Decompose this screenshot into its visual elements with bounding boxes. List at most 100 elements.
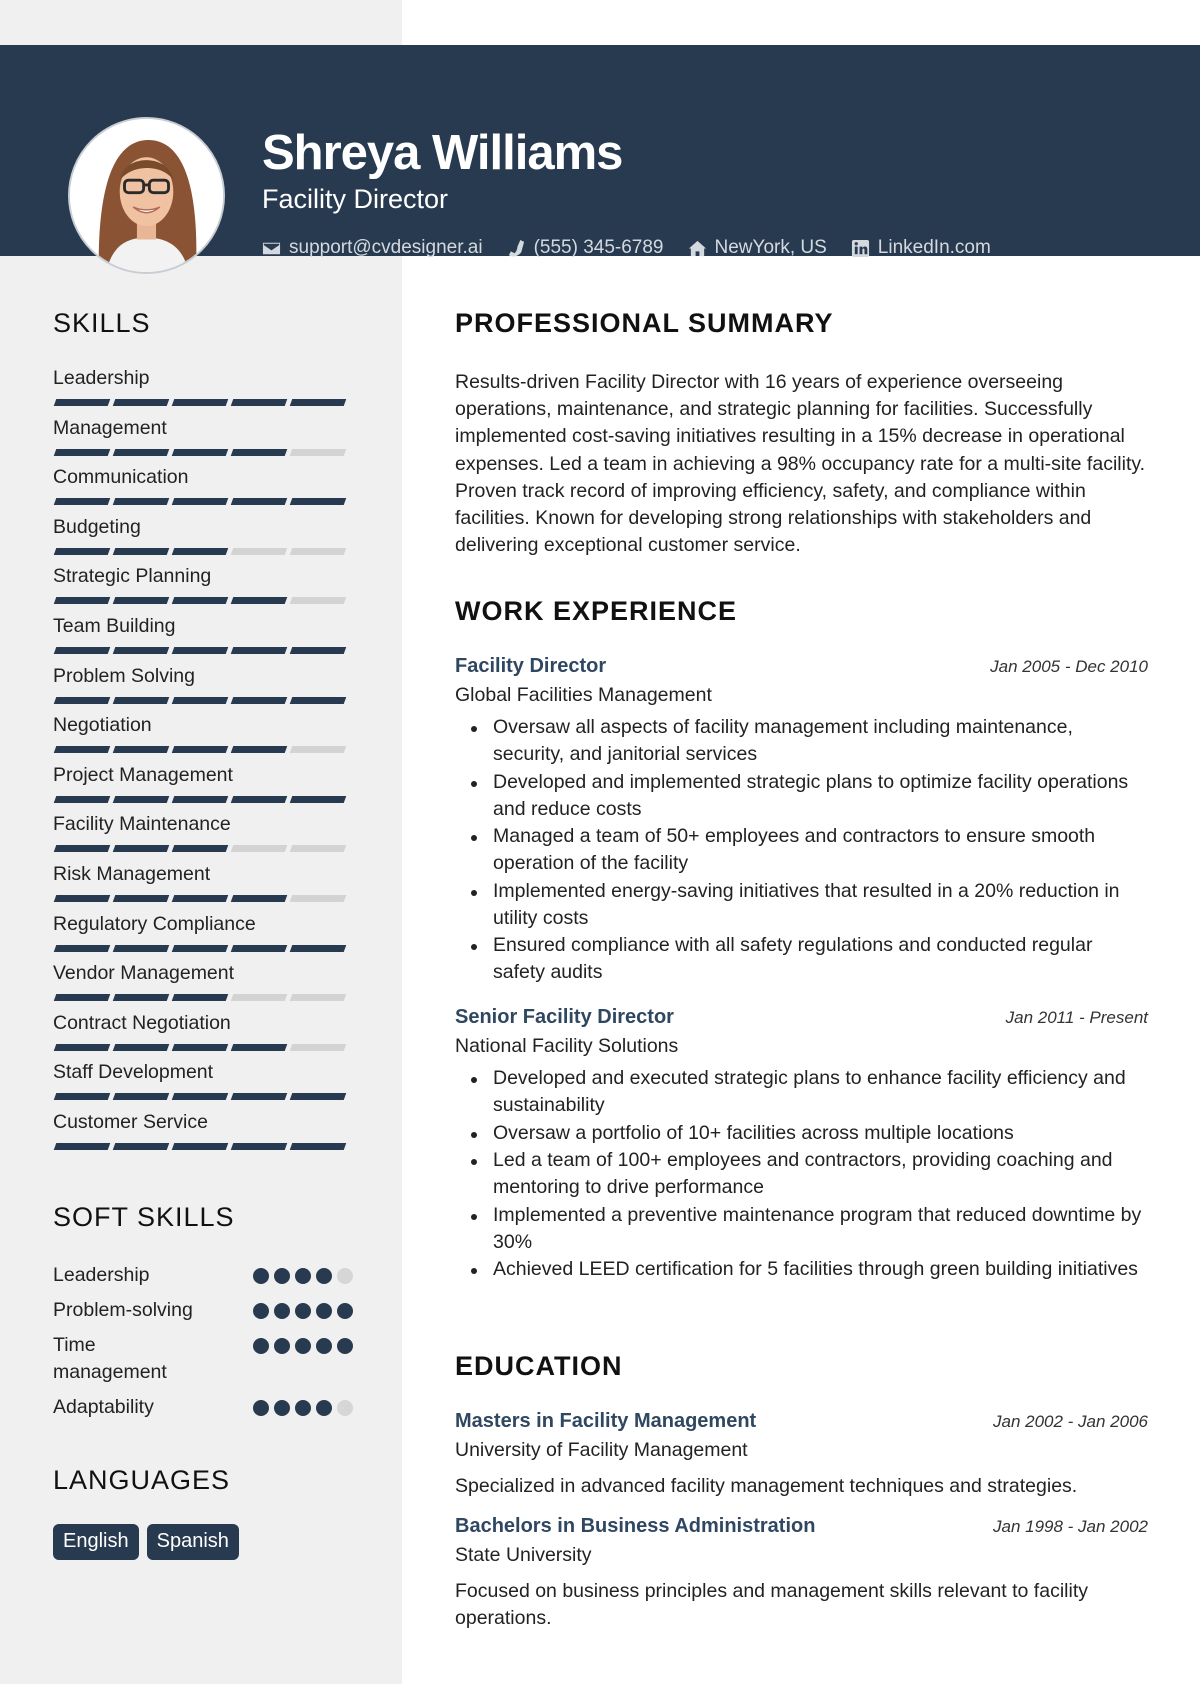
skill-level-bar — [53, 1142, 353, 1150]
soft-skill-rating — [253, 1332, 353, 1354]
soft-skill-rating — [253, 1297, 353, 1319]
skill-segment-filled — [289, 399, 347, 406]
school-name: University of Facility Management — [455, 1439, 748, 1461]
job-role: Facility Director — [455, 655, 607, 677]
skill-item: Strategic Planning — [53, 564, 353, 614]
skill-segment-filled — [112, 894, 170, 902]
job-bullets: Oversaw all aspects of facility manageme… — [455, 714, 1148, 986]
job-bullet: Ensured compliance with all safety regul… — [455, 932, 1148, 986]
contact-phone[interactable]: (555) 345-6789 — [507, 237, 664, 259]
skill-item: Leadership — [53, 366, 353, 416]
skill-level-bar — [53, 894, 353, 902]
rating-dot-filled — [295, 1303, 311, 1319]
job-bullet: Developed and implemented strategic plan… — [455, 769, 1148, 823]
skill-segment-filled — [171, 547, 229, 555]
skill-segment-filled — [53, 1043, 111, 1051]
home-icon — [688, 240, 706, 256]
skill-segment-filled — [112, 597, 170, 605]
soft-skill-item: Time management — [53, 1332, 353, 1386]
skill-segment-filled — [112, 1093, 170, 1101]
skill-item: Budgeting — [53, 515, 353, 565]
candidate-title: Facility Director — [262, 184, 449, 214]
skill-segment-filled — [171, 994, 229, 1002]
contact-list: support@cvdesigner.ai (555) 345-6789 New… — [262, 237, 991, 259]
skill-segment-filled — [289, 646, 347, 654]
skill-item: Risk Management — [53, 862, 353, 912]
skill-segment-empty — [289, 1043, 347, 1051]
skill-segment-filled — [112, 498, 170, 506]
school-name: State University — [455, 1544, 592, 1566]
skill-item: Management — [53, 416, 353, 466]
soft-skill-item: Problem-solving — [53, 1297, 353, 1324]
contact-location[interactable]: NewYork, US — [688, 237, 827, 259]
skill-segment-filled — [171, 597, 229, 605]
skill-segment-filled — [112, 944, 170, 952]
skill-label: Regulatory Compliance — [53, 912, 256, 935]
skill-segment-filled — [171, 448, 229, 456]
skill-segment-filled — [112, 1043, 170, 1051]
contact-linkedin[interactable]: LinkedIn.com — [851, 237, 991, 259]
education-dates: Jan 1998 - Jan 2002 — [992, 1517, 1148, 1536]
rating-dot-filled — [274, 1400, 290, 1416]
skill-segment-filled — [112, 547, 170, 555]
skill-segment-filled — [112, 646, 170, 654]
skill-item: Negotiation — [53, 713, 353, 763]
job-bullet: Achieved LEED certification for 5 facili… — [455, 1256, 1148, 1283]
skill-segment-filled — [230, 746, 288, 754]
skill-level-bar — [53, 399, 353, 406]
job-bullet: Oversaw a portfolio of 10+ facilities ac… — [455, 1120, 1148, 1147]
skill-level-bar — [53, 646, 353, 654]
skill-label: Management — [53, 416, 167, 439]
skill-segment-empty — [289, 994, 347, 1002]
soft-skills-heading: SOFT SKILLS — [53, 1202, 235, 1232]
skill-segment-filled — [112, 994, 170, 1002]
education-dates: Jan 2002 - Jan 2006 — [992, 1412, 1148, 1431]
skill-segment-filled — [53, 795, 111, 803]
rating-dot-filled — [295, 1338, 311, 1354]
skill-segment-filled — [171, 399, 229, 406]
skill-segment-filled — [289, 498, 347, 506]
skill-item: Regulatory Compliance — [53, 912, 353, 962]
rating-dot-filled — [337, 1303, 353, 1319]
skill-segment-empty — [230, 845, 288, 853]
skill-segment-filled — [53, 399, 111, 406]
languages-heading: LANGUAGES — [53, 1465, 231, 1495]
skill-item: Project Management — [53, 763, 353, 813]
skill-segment-filled — [171, 845, 229, 853]
degree-name: Masters in Facility Management — [455, 1410, 757, 1432]
skill-level-bar — [53, 547, 353, 555]
skill-item: Customer Service — [53, 1110, 353, 1160]
skill-segment-filled — [230, 448, 288, 456]
skill-item: Staff Development — [53, 1060, 353, 1110]
rating-dot-filled — [253, 1268, 269, 1284]
experience-item: Facility Director Jan 2005 - Dec 2010 Gl… — [455, 655, 1148, 987]
skill-segment-filled — [53, 547, 111, 555]
skill-segment-filled — [112, 746, 170, 754]
skill-segment-empty — [230, 994, 288, 1002]
soft-skill-label: Adaptability — [53, 1396, 154, 1418]
skill-item: Vendor Management — [53, 961, 353, 1011]
skill-segment-empty — [289, 746, 347, 754]
envelope-icon — [262, 242, 281, 254]
soft-skill-rating — [253, 1262, 353, 1284]
skill-label: Strategic Planning — [53, 565, 212, 588]
skill-segment-filled — [53, 994, 111, 1002]
skill-segment-filled — [53, 448, 111, 456]
job-bullet: Oversaw all aspects of facility manageme… — [455, 714, 1148, 768]
skill-level-bar — [53, 944, 353, 952]
candidate-name: Shreya Williams — [262, 126, 623, 180]
soft-skill-label: Problem-solving — [53, 1299, 193, 1321]
rating-dot-filled — [274, 1338, 290, 1354]
contact-linkedin-text: LinkedIn.com — [877, 237, 991, 258]
skill-level-bar — [53, 795, 353, 803]
skill-label: Facility Maintenance — [53, 813, 231, 836]
skill-segment-empty — [289, 597, 347, 605]
soft-skills-list: Leadership Problem-solving Time management… — [53, 1262, 353, 1429]
skill-segment-filled — [171, 894, 229, 902]
rating-dot-filled — [274, 1268, 290, 1284]
skill-label: Project Management — [53, 763, 233, 786]
linkedin-icon — [851, 239, 869, 257]
skill-level-bar — [53, 746, 353, 754]
contact-email[interactable]: support@cvdesigner.ai — [262, 237, 483, 259]
rating-dot-filled — [274, 1303, 290, 1319]
